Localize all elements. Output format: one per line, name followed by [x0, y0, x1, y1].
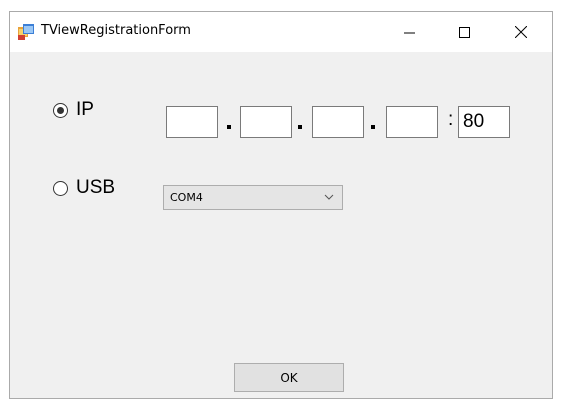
ip-octet-4-field[interactable] — [386, 106, 438, 138]
ip-dot-separator — [298, 125, 302, 129]
maximize-icon — [458, 26, 470, 38]
ip-radio[interactable] — [53, 102, 68, 118]
minimize-button[interactable] — [386, 12, 432, 52]
ip-octet-3-field[interactable] — [312, 106, 364, 138]
ip-dot-separator — [227, 125, 231, 129]
ip-radio-option[interactable]: IP — [53, 99, 94, 121]
usb-radio-option[interactable]: USB — [53, 177, 115, 199]
usb-radio[interactable] — [53, 180, 68, 196]
registration-window: TViewRegistrationForm IP: 80 USB COM4 O… — [9, 11, 553, 399]
maximize-button[interactable] — [441, 12, 487, 52]
com-port-dropdown[interactable]: COM4 — [163, 185, 343, 210]
minimize-icon — [403, 32, 415, 33]
port-separator: : — [448, 109, 454, 130]
ip-octet-2-field[interactable] — [240, 106, 292, 138]
title-bar: TViewRegistrationForm — [10, 12, 552, 52]
usb-radio-label: USB — [76, 177, 116, 198]
ip-dot-separator — [371, 125, 375, 129]
port-field[interactable] — [458, 106, 510, 138]
ip-radio-label: IP — [76, 99, 94, 120]
ip-octet-1-field[interactable] — [166, 106, 218, 138]
ok-button[interactable]: OK — [234, 363, 344, 392]
app-window-icon — [18, 24, 34, 40]
chevron-down-icon — [324, 194, 334, 200]
close-icon — [515, 26, 527, 38]
com-port-value: COM4 — [170, 191, 203, 204]
close-button[interactable] — [498, 12, 544, 52]
form-body: IP : USB COM4 OK — [10, 52, 552, 398]
window-title: TViewRegistrationForm — [41, 23, 191, 38]
